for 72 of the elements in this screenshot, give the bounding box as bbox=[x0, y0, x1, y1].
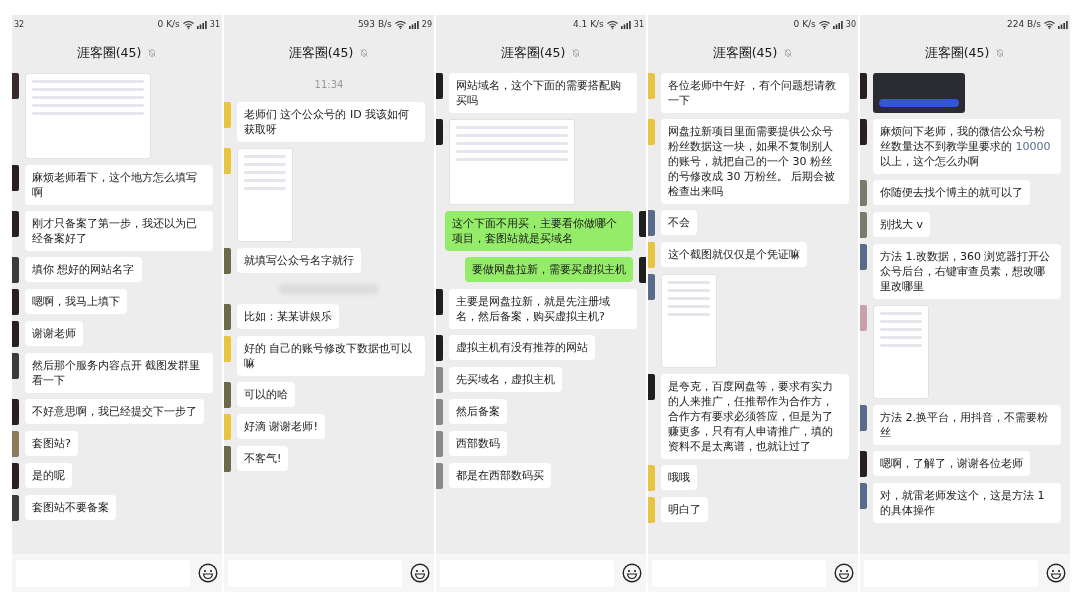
signal-icon bbox=[196, 21, 207, 29]
message-bubble: 刚才只备案了第一步，我还以为已经备案好了 bbox=[25, 211, 213, 251]
message-bubble: 别找大 v bbox=[873, 212, 930, 237]
emoji-icon[interactable] bbox=[410, 563, 430, 583]
message-bubble: 是夸克，百度网盘等，要求有实力的人来推广，任推帮作为合作方，合作方有要求必须答应，但是为了赚更多，只有有人申请推广，填的资料不是太离谱，也就让过了 bbox=[661, 374, 849, 459]
signal-icon bbox=[408, 21, 419, 29]
message-bubble: 套图站? bbox=[25, 431, 78, 456]
message-bubble: 方法 1.改数据，360 浏览器打开公众号后台，右键审查员素，想改哪里改哪里 bbox=[873, 244, 1061, 299]
network-speed: 4.1 K/s bbox=[573, 18, 604, 32]
message-bubble: 主要是网盘拉新，就是先注册域名，然后备案，购买虚拟主机? bbox=[449, 289, 637, 329]
wifi-icon bbox=[606, 21, 618, 29]
message-bubble: 套图站不要备案 bbox=[25, 495, 116, 520]
message-bubble: 你随便去找个博主的就可以了 bbox=[873, 180, 1030, 205]
number-link[interactable]: 10000 bbox=[1015, 140, 1051, 153]
battery-level: 31 bbox=[209, 19, 220, 31]
signal-icon bbox=[832, 21, 843, 29]
message-bubble: 嗯啊，了解了，谢谢各位老师 bbox=[873, 451, 1030, 476]
message-bubble: 麻烦问下老师，我的微信公众号粉丝数量达不到教学里要求的 10000 以上，这个怎么办啊 bbox=[873, 119, 1061, 174]
chat-title: 涯客圈(45) bbox=[76, 43, 142, 62]
message-bubble: 明白了 bbox=[661, 497, 708, 522]
battery-level: 29 bbox=[421, 19, 432, 31]
wifi-icon bbox=[394, 21, 406, 29]
message-bubble: 网盘拉新项目里面需要提供公众号粉丝数据这一块，如果不复制别人的账号，就把自己的一个 30 粉丝的号修改成 30 万粉丝。 后期会被检查出来吗 bbox=[661, 119, 849, 204]
message-bubble: 西部数码 bbox=[449, 431, 507, 456]
chat-title: 涯客圈(45) bbox=[712, 43, 778, 62]
message-bubble: 不好意思啊，我已经提交下一步了 bbox=[25, 399, 204, 424]
message-bubble: 这个下面不用买，主要看你做哪个项目，套图站就是买域名 bbox=[445, 211, 633, 251]
message-bubble: 填你 想好的网站名字 bbox=[25, 257, 142, 282]
emoji-icon[interactable] bbox=[1046, 563, 1066, 583]
signal-icon bbox=[1058, 21, 1068, 29]
battery-level: 31 bbox=[633, 19, 644, 31]
emoji-icon[interactable] bbox=[622, 563, 642, 583]
message-bubble: 不会 bbox=[661, 210, 697, 235]
message-bubble: 哦哦 bbox=[661, 465, 697, 490]
message-bubble: 嗯啊，我马上填下 bbox=[25, 289, 127, 314]
message-bubble: 这个截图就仅仅是个凭证嘛 bbox=[661, 242, 807, 267]
chat-title: 涯客圈(45) bbox=[500, 43, 566, 62]
message-bubble: 网站域名，这个下面的需要搭配购买吗 bbox=[449, 73, 637, 113]
message-bubble: 是的呢 bbox=[25, 463, 72, 488]
status-time: 32 bbox=[14, 19, 25, 31]
emoji-icon[interactable] bbox=[198, 563, 218, 583]
wifi-icon bbox=[1044, 21, 1055, 29]
network-speed: 0 K/s bbox=[157, 18, 180, 32]
message-bubble: 方法 2.换平台，用抖音，不需要粉丝 bbox=[873, 405, 1061, 445]
message-bubble: 然后那个服务内容点开 截图发群里看一下 bbox=[25, 353, 213, 393]
message-bubble: 老师们 这个公众号的 ID 我该如何获取呀 bbox=[237, 102, 425, 142]
emoji-icon[interactable] bbox=[834, 563, 854, 583]
wifi-icon bbox=[182, 21, 194, 29]
message-bubble: 不客气! bbox=[237, 446, 289, 471]
message-bubble: 好的 自己的账号修改下数据也可以嘛 bbox=[237, 336, 425, 376]
message-bubble: 谢谢老师 bbox=[25, 321, 83, 346]
wifi-icon bbox=[818, 21, 830, 29]
message-bubble: 然后备案 bbox=[449, 399, 507, 424]
message-bubble: 就填写公众号名字就行 bbox=[237, 248, 361, 273]
message-bubble: 虚拟主机有没有推荐的网站 bbox=[449, 335, 595, 360]
chat-title: 涯客圈(45) bbox=[924, 43, 990, 62]
network-speed: 593 B/s bbox=[357, 18, 392, 32]
message-bubble: 都是在西部数码买 bbox=[449, 463, 551, 488]
message-bubble: 要做网盘拉新，需要买虚拟主机 bbox=[465, 257, 633, 282]
message-bubble: 可以的哈 bbox=[237, 382, 295, 407]
signal-icon bbox=[620, 21, 631, 29]
message-bubble: 各位老师中午好 ，有个问题想请教一下 bbox=[661, 73, 849, 113]
message-bubble: 先买域名，虚拟主机 bbox=[449, 367, 562, 392]
battery-level: 30 bbox=[845, 19, 856, 31]
network-speed: 0 K/s bbox=[793, 18, 816, 32]
message-bubble: 麻烦老师看下，这个地方怎么填写啊 bbox=[25, 165, 213, 205]
message-bubble: 比如：某某讲娱乐 bbox=[237, 304, 339, 329]
message-bubble: 好滴 谢谢老师! bbox=[237, 414, 325, 439]
network-speed: 224 B/s bbox=[1007, 18, 1041, 32]
timestamp: 11:34 bbox=[314, 78, 344, 92]
chat-title: 涯客圈(45) bbox=[288, 43, 354, 62]
message-bubble: 对，就雷老师发这个，这是方法 1 的具体操作 bbox=[873, 483, 1061, 523]
